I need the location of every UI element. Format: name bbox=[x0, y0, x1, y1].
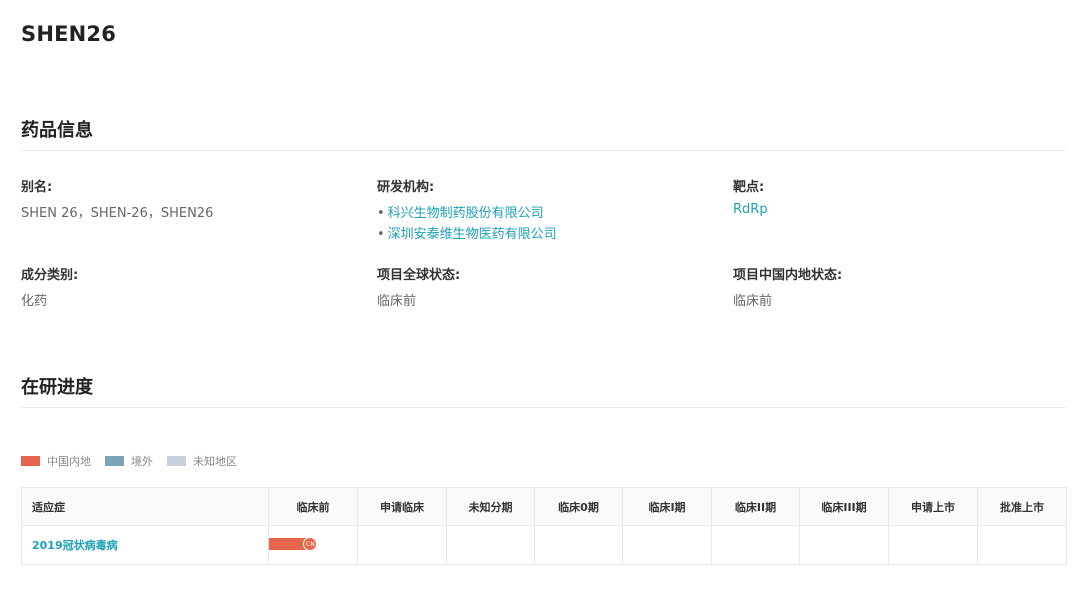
legend-label-overseas: 境外 bbox=[131, 455, 153, 468]
legend-item-unknown: 未知地区 bbox=[167, 453, 237, 469]
drug-info-section-title: 药品信息 bbox=[21, 120, 93, 141]
col-header-nda: 申请上市 bbox=[888, 487, 978, 526]
progress-section-title: 在研进度 bbox=[21, 377, 93, 398]
legend-swatch-unknown bbox=[167, 456, 186, 466]
china-status-label: 项目中国内地状态: bbox=[733, 268, 843, 283]
legend-swatch-overseas bbox=[105, 456, 124, 466]
legend-item-china: 中国内地 bbox=[21, 453, 91, 469]
category-label: 成分类别: bbox=[21, 268, 79, 283]
col-header-preclinical: 临床前 bbox=[268, 487, 358, 526]
org-link-2[interactable]: • 深圳安泰维生物医药有限公司 bbox=[377, 223, 557, 242]
progress-table: 适应症 临床前 申请临床 未知分期 临床0期 临床I期 临床II期 临床III期… bbox=[21, 487, 1067, 565]
china-status-value: 临床前 bbox=[733, 294, 773, 309]
cell-phase-3 bbox=[799, 525, 889, 565]
cell-unknown-phase bbox=[446, 525, 535, 565]
page-title: SHEN26 bbox=[21, 22, 117, 46]
cell-nda bbox=[888, 525, 978, 565]
indication-link[interactable]: 2019冠状病毒病 bbox=[21, 525, 269, 565]
org-link-1-text: 科兴生物制药股份有限公司 bbox=[387, 206, 544, 221]
cell-phase-2 bbox=[711, 525, 800, 565]
alias-label: 别名: bbox=[21, 180, 53, 195]
bullet-icon: • bbox=[377, 206, 385, 221]
cell-preclinical: CN bbox=[268, 525, 358, 565]
cell-ind-application bbox=[357, 525, 447, 565]
target-label: 靶点: bbox=[733, 180, 765, 195]
cell-phase-0 bbox=[534, 525, 623, 565]
legend-label-china: 中国内地 bbox=[47, 455, 91, 468]
col-header-phase-0: 临床0期 bbox=[534, 487, 623, 526]
drug-info-divider bbox=[21, 150, 1066, 151]
region-badge-cn: CN bbox=[303, 537, 318, 551]
cell-approved bbox=[977, 525, 1067, 565]
legend-swatch-china bbox=[21, 456, 40, 466]
alias-value: SHEN 26，SHEN-26，SHEN26 bbox=[21, 206, 214, 221]
org-label: 研发机构: bbox=[377, 180, 435, 195]
bullet-icon: • bbox=[377, 227, 385, 242]
org-link-2-text: 深圳安泰维生物医药有限公司 bbox=[387, 227, 557, 242]
global-status-label: 项目全球状态: bbox=[377, 268, 461, 283]
progress-bar[interactable]: CN bbox=[269, 537, 318, 551]
col-header-approved: 批准上市 bbox=[977, 487, 1067, 526]
col-header-ind-application: 申请临床 bbox=[357, 487, 447, 526]
col-header-unknown-phase: 未知分期 bbox=[446, 487, 535, 526]
col-header-phase-3: 临床III期 bbox=[799, 487, 889, 526]
progress-divider bbox=[21, 407, 1066, 408]
legend-item-overseas: 境外 bbox=[105, 453, 153, 469]
global-status-value: 临床前 bbox=[377, 294, 417, 309]
legend-label-unknown: 未知地区 bbox=[193, 455, 237, 468]
table-row: 2019冠状病毒病 CN bbox=[21, 525, 1067, 565]
category-value: 化药 bbox=[21, 294, 48, 309]
table-header-row: 适应症 临床前 申请临床 未知分期 临床0期 临床I期 临床II期 临床III期… bbox=[21, 487, 1067, 526]
col-header-phase-1: 临床I期 bbox=[622, 487, 712, 526]
cell-phase-1 bbox=[622, 525, 712, 565]
progress-bar-track: CN bbox=[269, 537, 357, 552]
col-header-phase-2: 临床II期 bbox=[711, 487, 800, 526]
target-link[interactable]: RdRp bbox=[733, 202, 768, 217]
col-header-indication: 适应症 bbox=[21, 487, 269, 526]
legend: 中国内地 境外 未知地区 bbox=[21, 454, 251, 468]
org-link-1[interactable]: • 科兴生物制药股份有限公司 bbox=[377, 202, 544, 221]
